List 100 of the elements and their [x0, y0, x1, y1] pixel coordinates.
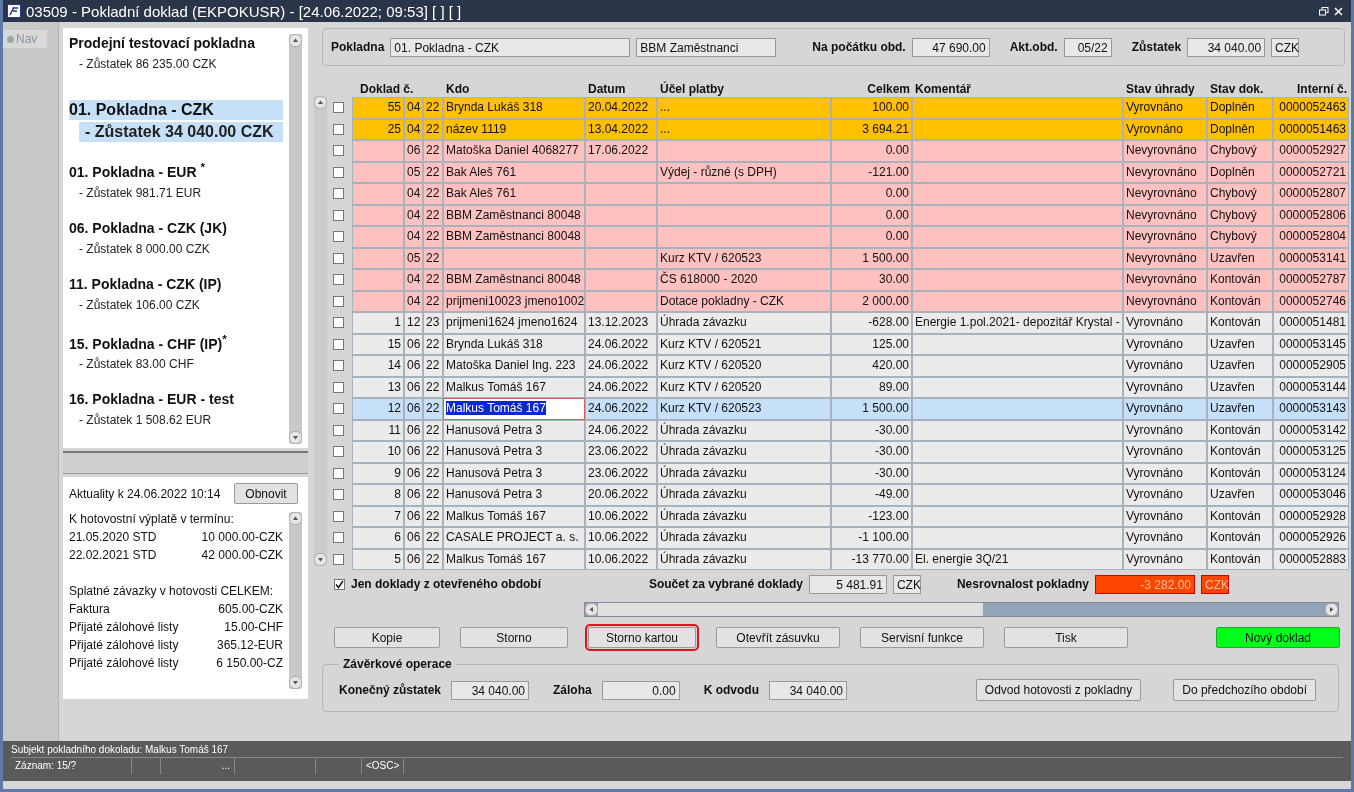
- table-row[interactable]: 1 12 23 prijmeni1624 jmeno1624 13.12.2023 Úhrada závazku -628.00 Energie 1.pol.2021- depozitář Krystal - Vyrovnáno Kontován 0000051481: [352, 312, 1349, 334]
- row-checkbox[interactable]: [333, 317, 344, 329]
- row-checkbox[interactable]: [333, 553, 344, 565]
- row-checkbox[interactable]: [333, 489, 344, 501]
- table-row[interactable]: 55 04 22 Brynda Lukáš 318 20.04.2022 ... 100.00 Vyrovnáno Doplněn 0000052463: [352, 97, 1349, 119]
- table-cell: 100.00: [831, 97, 912, 119]
- closing-button[interactable]: Odvod hotovosti z pokladny: [975, 679, 1142, 701]
- action-button[interactable]: Nový doklad: [1216, 627, 1340, 648]
- scroll-left-icon[interactable]: [585, 603, 598, 616]
- table-row[interactable]: 05 22 Bak Aleš 761 Výdej - různé (s DPH) -121.00 Nevyrovnáno Doplněn 0000052721: [352, 161, 1349, 183]
- table-row[interactable]: 15 06 22 Brynda Lukáš 318 24.06.2022 Kurz KTV / 620521 125.00 Vyrovnáno Uzavřen 0000053145: [352, 333, 1349, 355]
- row-checkbox[interactable]: [333, 338, 344, 350]
- row-checkbox[interactable]: [333, 252, 344, 264]
- table-row[interactable]: 9 06 22 Hanusová Petra 3 23.06.2022 Úhrada závazku -30.00 Vyrovnáno Kontován 0000053124: [352, 462, 1349, 484]
- row-checkbox[interactable]: [333, 166, 344, 178]
- restore-icon[interactable]: [1319, 6, 1329, 16]
- currency-field[interactable]: CZK: [1271, 37, 1300, 57]
- action-button[interactable]: Kopie: [334, 627, 440, 648]
- table-row[interactable]: 10 06 22 Hanusová Petra 3 23.06.2022 Úhrada závazku -30.00 Vyrovnáno Kontován 0000053125: [352, 441, 1349, 463]
- table-cell: Vyrovnáno: [1123, 376, 1207, 398]
- scroll-up-icon[interactable]: [289, 34, 302, 47]
- balance-field[interactable]: 34 040.00: [1187, 37, 1266, 57]
- register-item[interactable]: 11. Pokladna - CZK (IP) - Zůstatek 106.00 CZK: [69, 274, 289, 312]
- table-row[interactable]: 13 06 22 Malkus Tomáš 167 24.06.2022 Kurz KTV / 620520 89.00 Vyrovnáno Uzavřen 0000053144: [352, 376, 1349, 398]
- table-row[interactable]: 14 06 22 Matoška Daniel Ing. 223 24.06.2022 Kurz KTV / 620520 420.00 Vyrovnáno Uzavřen 0000052905: [352, 355, 1349, 377]
- scroll-down-icon[interactable]: [289, 431, 302, 444]
- refresh-button[interactable]: Obnovit: [234, 483, 298, 504]
- row-checkbox[interactable]: [333, 188, 344, 200]
- table-row[interactable]: 05 22 Kurz KTV / 620523 1 500.00 Nevyrovnáno Uzavřen 0000053141: [352, 247, 1349, 269]
- row-checkbox[interactable]: [333, 145, 344, 157]
- register-balance: - Zůstatek 83.00 CHF: [78, 357, 195, 372]
- close-icon[interactable]: [1334, 6, 1343, 16]
- scrollbar[interactable]: [314, 96, 327, 566]
- scrollbar[interactable]: [584, 602, 1339, 617]
- table-row[interactable]: 12 06 22 Malkus Tomáš 167 24.06.2022 Kurz KTV / 620523 1 500.00 Vyrovnáno Uzavřen 0000053143: [352, 398, 1349, 420]
- table-row[interactable]: 04 22 BBM Zaměstnanci 80048 0.00 Nevyrovnáno Chybový 0000052806: [352, 204, 1349, 226]
- final-balance-field[interactable]: 34 040.00: [451, 680, 530, 700]
- action-button[interactable]: Tisk: [1004, 627, 1128, 648]
- row-checkbox[interactable]: [333, 123, 344, 135]
- table-row[interactable]: 8 06 22 Hanusová Petra 3 20.06.2022 Úhrada závazku -49.00 Vyrovnáno Uzavřen 0000053046: [352, 484, 1349, 506]
- table-row[interactable]: 6 06 22 CASALE PROJECT a. s. 10.06.2022 Úhrada závazku -1 100.00 Vyrovnáno Kontován 0000052926: [352, 527, 1349, 549]
- table-cell: Vyrovnáno: [1123, 441, 1207, 463]
- register-item[interactable]: 01. Pokladna - CZK - Zůstatek 34 040.00 CZK: [69, 100, 289, 142]
- scroll-right-icon[interactable]: [1325, 603, 1338, 616]
- table-row[interactable]: 04 22 Bak Aleš 761 0.00 Nevyrovnáno Chybový 0000052807: [352, 183, 1349, 205]
- row-checkbox[interactable]: [333, 403, 344, 415]
- table-row[interactable]: 7 06 22 Malkus Tomáš 167 10.06.2022 Úhrada závazku -123.00 Vyrovnáno Kontován 0000052928: [352, 505, 1349, 527]
- row-checkbox[interactable]: [333, 532, 344, 544]
- table-cell: 0000052746: [1273, 290, 1349, 312]
- action-button[interactable]: Servisní funkce: [860, 627, 984, 648]
- scrollbar[interactable]: [289, 512, 302, 689]
- table-row[interactable]: 04 22 prijmeni10023 jmeno1002 Dotace pokladny - CZK 2 000.00 Nevyrovnáno Kontován 0000052746: [352, 290, 1349, 312]
- table-cell: 0000052927: [1273, 140, 1349, 162]
- row-checkbox[interactable]: [333, 209, 344, 221]
- table-row[interactable]: 04 22 BBM Zaměstnanci 80048 0.00 Nevyrovnáno Chybový 0000052804: [352, 226, 1349, 248]
- row-checkbox[interactable]: [333, 510, 344, 522]
- scroll-up-icon[interactable]: [289, 512, 302, 525]
- row-checkbox[interactable]: [333, 381, 344, 393]
- register-balance: - Zůstatek 1 508.62 EUR: [78, 413, 213, 428]
- register-item[interactable]: 15. Pokladna - CHF (IP)$^{*}$ - Zůstatek 83.00 CHF: [69, 330, 289, 372]
- scroll-down-icon[interactable]: [289, 676, 302, 689]
- splitter-bar[interactable]: [63, 451, 308, 474]
- register-field[interactable]: 01. Pokladna - CZK: [390, 37, 631, 57]
- sum-field[interactable]: 5 481.91: [808, 574, 887, 594]
- period-field[interactable]: 05/22: [1063, 37, 1112, 57]
- currency-field[interactable]: CZK: [892, 574, 921, 594]
- row-checkbox[interactable]: [333, 295, 344, 307]
- row-checkbox[interactable]: [333, 102, 344, 114]
- filter-checkbox[interactable]: [334, 578, 345, 590]
- action-button[interactable]: Otevřít zásuvku: [716, 627, 840, 648]
- scroll-down-icon[interactable]: [314, 553, 327, 566]
- start-field[interactable]: 47 690.00: [911, 37, 990, 57]
- register-item[interactable]: Prodejní testovací pokladna - Zůstatek 86 235.00 CZK: [69, 34, 289, 71]
- scrollbar[interactable]: [289, 34, 302, 444]
- register-item[interactable]: 01. Pokladna - EUR $^{*}$ - Zůstatek 981.71 EUR: [69, 159, 289, 200]
- table-row[interactable]: 04 22 BBM Zaměstnanci 80048 ČS 618000 - 2020 30.00 Nevyrovnáno Kontován 0000052787: [352, 269, 1349, 291]
- table-cell: Vyrovnáno: [1123, 118, 1207, 140]
- row-checkbox[interactable]: [333, 231, 344, 243]
- table-row[interactable]: 06 22 Matoška Daniel 4068277 17.06.2022 0.00 Nevyrovnáno Chybový 0000052927: [352, 140, 1349, 162]
- row-checkbox[interactable]: [333, 467, 344, 479]
- transfer-field[interactable]: 34 040.00: [769, 680, 848, 700]
- closing-button[interactable]: Do předchozího období: [1173, 679, 1316, 701]
- row-checkbox[interactable]: [333, 360, 344, 372]
- advance-field[interactable]: 0.00: [601, 680, 680, 700]
- action-button[interactable]: Storno: [460, 627, 568, 648]
- row-checkbox[interactable]: [333, 446, 344, 458]
- scroll-up-icon[interactable]: [314, 96, 327, 109]
- table-cell: 20.04.2022: [585, 97, 657, 119]
- action-button[interactable]: Storno kartou: [588, 627, 696, 648]
- table-row[interactable]: 25 04 22 název 1119 13.04.2022 ... 3 694.21 Vyrovnáno Doplněn 0000051463: [352, 118, 1349, 140]
- table-cell: Hanusová Petra 3: [443, 419, 585, 441]
- table-row[interactable]: 5 06 22 Malkus Tomáš 167 10.06.2022 Úhrada závazku -13 770.00 El. energie 3Q/21 Vyrovnáno Kontován 0000052883: [352, 548, 1349, 570]
- table-row[interactable]: 11 06 22 Hanusová Petra 3 24.06.2022 Úhrada závazku -30.00 Vyrovnáno Kontován 0000053142: [352, 419, 1349, 441]
- table-cell: [585, 161, 657, 183]
- table-cell: -1 100.00: [831, 527, 912, 549]
- register-item[interactable]: 06. Pokladna - CZK (JK) - Zůstatek 8 000.00 CZK: [69, 218, 289, 256]
- register-item[interactable]: 16. Pokladna - EUR - test - Zůstatek 1 508.62 EUR: [69, 390, 289, 428]
- row-checkbox[interactable]: [333, 424, 344, 436]
- subject-field[interactable]: BBM Zaměstnanci: [636, 37, 777, 57]
- row-checkbox[interactable]: [333, 274, 344, 286]
